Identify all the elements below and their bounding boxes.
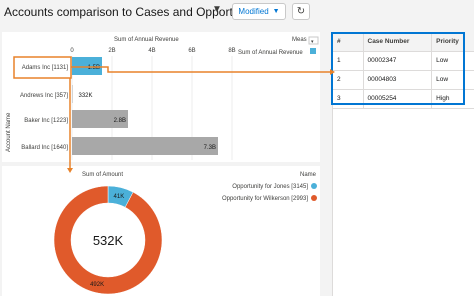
bar-chart-title: Sum of Annual Revenue [114,37,179,43]
modified-button[interactable]: Modified ▼ [232,3,286,20]
dashboard-header: Accounts comparison to Cases and Opportu… [0,0,474,24]
bar-value-label: 332K [79,93,93,99]
category-label: Baker Inc [1223] [24,118,68,124]
bar [72,137,218,155]
bar-value-label: 7.3B [204,145,216,151]
legend-swatch [311,195,317,201]
modified-label: Modified [238,7,269,16]
x-tick-label: 8B [228,48,235,54]
donut-chart-title: Sum of Amount [82,172,123,178]
bar-value-label: 2.8B [114,118,126,124]
slice-value-label: 492K [90,282,104,288]
page-title: Accounts comparison to Cases and Opportu… [4,5,268,19]
legend-swatch [311,183,317,189]
chevron-down-icon: ▼ [272,8,280,15]
legend-header: Meas [292,37,307,43]
legend-item: Sum of Annual Revenue [238,50,303,56]
donut-center-label: 532K [93,233,124,248]
donut-chart: Sum of Amount Name 41K 492K 532K Opportuni… [53,172,317,295]
bar-value-label: 1.5B [88,65,100,71]
donut-legend-title: Name [300,172,317,178]
bar-chart-panel: Sum of Annual Revenue Meas ▾ Sum of Annu… [2,32,320,162]
chevron-down-icon[interactable]: ▼ [212,4,222,15]
x-tick-label: 6B [188,48,195,54]
refresh-button[interactable]: ↻ [292,3,310,20]
category-label: Ballard Inc [1640] [21,145,68,151]
y-axis-label: Account Name [6,112,12,152]
legend-swatch [310,48,316,54]
slice-value-label: 41K [114,194,125,200]
category-label: Andrews Inc [357] [20,93,68,99]
category-label: Adams Inc [1131] [22,65,69,71]
x-tick-label: 2B [108,48,115,54]
x-tick-label: 0 [70,48,74,54]
refresh-icon: ↻ [296,6,306,17]
table-highlight [331,32,465,105]
bar-chart: Sum of Annual Revenue Meas ▾ Sum of Annu… [6,36,319,160]
legend-item: Opportunity for Wilkerson [2993] [222,196,308,202]
x-tick-label: 4B [148,48,155,54]
donut-chart-panel: Sum of Amount Name 41K 492K 532K Opportuni… [2,166,320,296]
legend-item: Opportunity for Jones [3145] [232,184,308,190]
bar [72,85,73,103]
